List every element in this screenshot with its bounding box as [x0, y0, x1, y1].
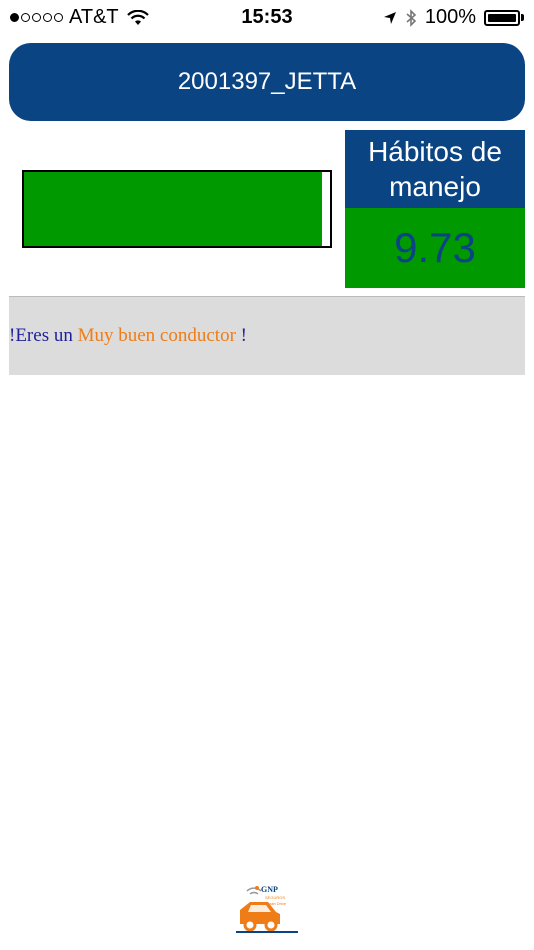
message-suffix: ! [235, 325, 247, 346]
driver-rating: Muy buen conductor [77, 325, 236, 346]
gnp-smart-drive-logo: GNP SEGUROS Smart Drive [236, 884, 298, 936]
score-value: 9.73 [345, 208, 525, 288]
logo-subtitle: SEGUROS [265, 895, 286, 900]
battery-percent: 100% [424, 6, 476, 28]
driver-rating-message: !Eres un Muy buen conductor ! [9, 297, 525, 375]
score-progress-fill [24, 172, 322, 246]
driving-habits-score-box: Hábitos de manejo 9.73 [345, 130, 525, 288]
carrier-label: AT&T [69, 6, 119, 28]
score-title: Hábitos de manejo [345, 130, 525, 208]
wifi-icon [126, 9, 149, 25]
battery-icon [484, 9, 524, 26]
location-arrow-icon [383, 11, 396, 24]
bluetooth-icon [406, 8, 417, 27]
logo-product: Smart Drive [265, 901, 287, 906]
score-progress-bar [22, 170, 332, 248]
status-bar: AT&T 15:53 100% [0, 0, 534, 36]
message-prefix: !Eres un [9, 325, 78, 346]
status-left: AT&T [10, 6, 149, 29]
vehicle-id: 2001397_JETTA [177, 68, 357, 95]
status-right: 100% [383, 6, 524, 29]
logo-brand: GNP [261, 885, 278, 894]
signal-strength-icon [10, 13, 63, 22]
vehicle-header-button[interactable]: 2001397_JETTA [9, 43, 525, 121]
